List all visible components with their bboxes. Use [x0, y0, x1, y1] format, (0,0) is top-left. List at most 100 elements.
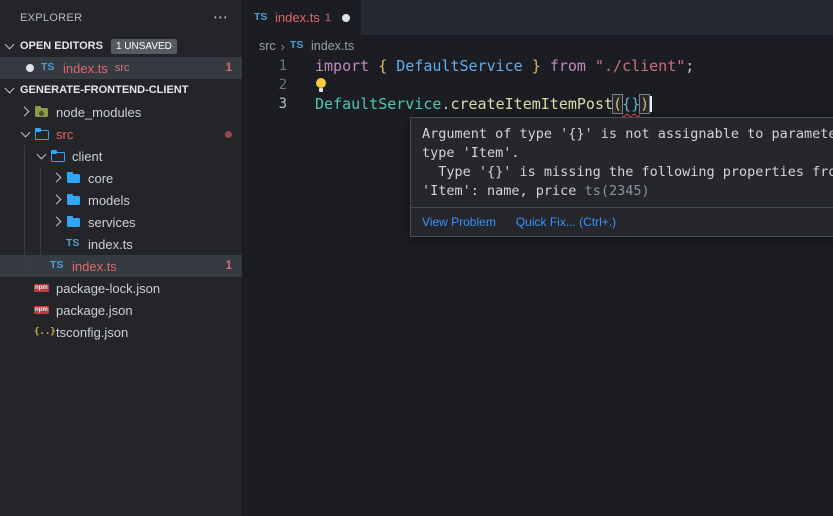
tree-item-client[interactable]: client: [0, 145, 242, 167]
open-editor-file-description: src: [115, 62, 130, 74]
tree-item-label: services: [88, 215, 136, 230]
tree-item-label: index.ts: [72, 259, 117, 274]
editor-tabbar: index.ts 1: [243, 0, 833, 35]
unsaved-badge: 1 UNSAVED: [111, 39, 177, 54]
folder-icon: [66, 170, 82, 186]
folder-icon: [66, 214, 82, 230]
typescript-file-icon: [41, 60, 57, 76]
tab-index-ts[interactable]: index.ts 1: [243, 0, 361, 35]
npm-icon: [34, 302, 50, 318]
explorer-header: EXPLORER ⋯: [0, 0, 242, 35]
chevron-right-icon: [50, 170, 66, 186]
npm-icon: [34, 280, 50, 296]
tree-item-src[interactable]: src: [0, 123, 242, 145]
tooltip-message-line: type 'Item'.: [422, 144, 833, 163]
braces-icon: [34, 324, 50, 340]
package-emblem: [39, 111, 44, 116]
explorer-title: EXPLORER: [20, 12, 213, 24]
chevron-right-icon: [18, 104, 34, 120]
tooltip-view-problem-link[interactable]: View Problem: [422, 215, 496, 229]
open-editor-item-index-ts[interactable]: index.ts src 1: [0, 57, 242, 79]
editor-area: index.ts 1 src › index.ts 1import { Defa…: [243, 0, 833, 516]
typescript-file-icon: [290, 38, 304, 54]
error-count-badge: 1: [226, 62, 232, 74]
tree-item-index.ts[interactable]: index.ts: [0, 233, 242, 255]
tooltip-text: Type '{}' is missing the following prope…: [422, 164, 833, 180]
chevron-down-icon: [2, 38, 18, 54]
tree-item-package-lock.json[interactable]: package-lock.json: [0, 277, 242, 299]
tree-item-label: package-lock.json: [56, 281, 160, 296]
code-line[interactable]: 1import { DefaultService } from "./clien…: [243, 57, 833, 76]
chevron-down-icon: [18, 126, 34, 142]
open-editors-header[interactable]: OPEN EDITORS 1 UNSAVED: [0, 35, 242, 57]
tree-item-core[interactable]: core: [0, 167, 242, 189]
more-actions-icon[interactable]: ⋯: [213, 10, 228, 25]
folder-open-icon: [34, 126, 50, 142]
tree-item-label: models: [88, 193, 130, 208]
code-token: {: [378, 57, 387, 75]
code-token: "./client": [595, 57, 685, 75]
tree-item-label: src: [56, 127, 73, 142]
explorer-panel: EXPLORER ⋯ OPEN EDITORS 1 UNSAVED index.…: [0, 0, 243, 516]
tree-item-label: core: [88, 171, 113, 186]
tooltip-text: 'Item': name, price: [422, 183, 585, 199]
chevron-right-icon: [50, 192, 66, 208]
code-text: [315, 76, 328, 95]
code-token: DefaultService: [396, 57, 522, 75]
tree-item-index.ts[interactable]: index.ts1: [0, 255, 242, 277]
tooltip-message: Argument of type '{}' is not assignable …: [411, 118, 833, 207]
indent-guide: [24, 145, 25, 277]
workspace-header[interactable]: GENERATE-FRONTEND-CLIENT: [0, 79, 242, 101]
folder-icon: [66, 192, 82, 208]
lightbulb-icon[interactable]: [315, 77, 328, 93]
breadcrumb-item-file[interactable]: index.ts: [311, 39, 354, 53]
tree-item-models[interactable]: models: [0, 189, 242, 211]
code-token: {}: [622, 95, 640, 113]
code-token: ;: [685, 57, 694, 75]
code-area[interactable]: 1import { DefaultService } from "./clien…: [243, 57, 833, 114]
tab-dirty-icon[interactable]: [342, 14, 350, 22]
tooltip-message-line: Type '{}' is missing the following prope…: [422, 163, 833, 182]
folder-open-icon: [50, 148, 66, 164]
typescript-file-icon: [254, 10, 270, 26]
code-token: (: [613, 95, 622, 113]
tree-item-label: tsconfig.json: [56, 325, 128, 340]
line-number: 2: [243, 76, 315, 95]
workspace-label: GENERATE-FRONTEND-CLIENT: [20, 84, 188, 96]
breadcrumb-item-src[interactable]: src: [259, 39, 276, 53]
code-token: }: [532, 57, 541, 75]
tooltip-quick-fix-link[interactable]: Quick Fix... (Ctrl+.): [516, 215, 616, 229]
folder-node-icon: [34, 104, 50, 120]
tooltip-text: type 'Item'.: [422, 145, 520, 161]
file-tree: node_modulessrc client core models services i…: [0, 101, 242, 343]
code-line[interactable]: 3DefaultService.createItemItemPost({}): [243, 95, 833, 114]
tree-item-label: client: [72, 149, 102, 164]
error-tooltip: Argument of type '{}' is not assignable …: [410, 117, 833, 237]
code-token: createItemItemPost: [450, 95, 613, 113]
code-line[interactable]: 2: [243, 76, 833, 95]
code-token: [523, 57, 532, 75]
tree-item-services[interactable]: services: [0, 211, 242, 233]
tree-item-label: node_modules: [56, 105, 141, 120]
code-token: [586, 57, 595, 75]
tab-error-count: 1: [325, 12, 331, 24]
code-token: ): [640, 95, 649, 113]
tooltip-message-line: 'Item': name, price ts(2345): [422, 182, 833, 201]
cursor-caret: [650, 96, 652, 112]
tree-item-label: index.ts: [88, 237, 133, 252]
tooltip-error-code: ts(2345): [585, 183, 650, 199]
breadcrumb-separator: ›: [281, 39, 285, 54]
code-token: DefaultService: [315, 95, 441, 113]
chevron-right-icon: [50, 214, 66, 230]
tooltip-text: Argument of type '{}' is not assignable …: [422, 126, 833, 142]
code-token: [387, 57, 396, 75]
tree-item-package.json[interactable]: package.json: [0, 299, 242, 321]
code-text: DefaultService.createItemItemPost({}): [315, 95, 652, 114]
tree-item-label: package.json: [56, 303, 133, 318]
tooltip-message-line: Argument of type '{}' is not assignable …: [422, 125, 833, 144]
tree-item-tsconfig.json[interactable]: tsconfig.json: [0, 321, 242, 343]
tree-item-node_modules[interactable]: node_modules: [0, 101, 242, 123]
ts-icon: [66, 236, 82, 252]
open-editor-file-name: index.ts: [63, 61, 108, 76]
dirty-dot-icon[interactable]: [26, 64, 34, 72]
